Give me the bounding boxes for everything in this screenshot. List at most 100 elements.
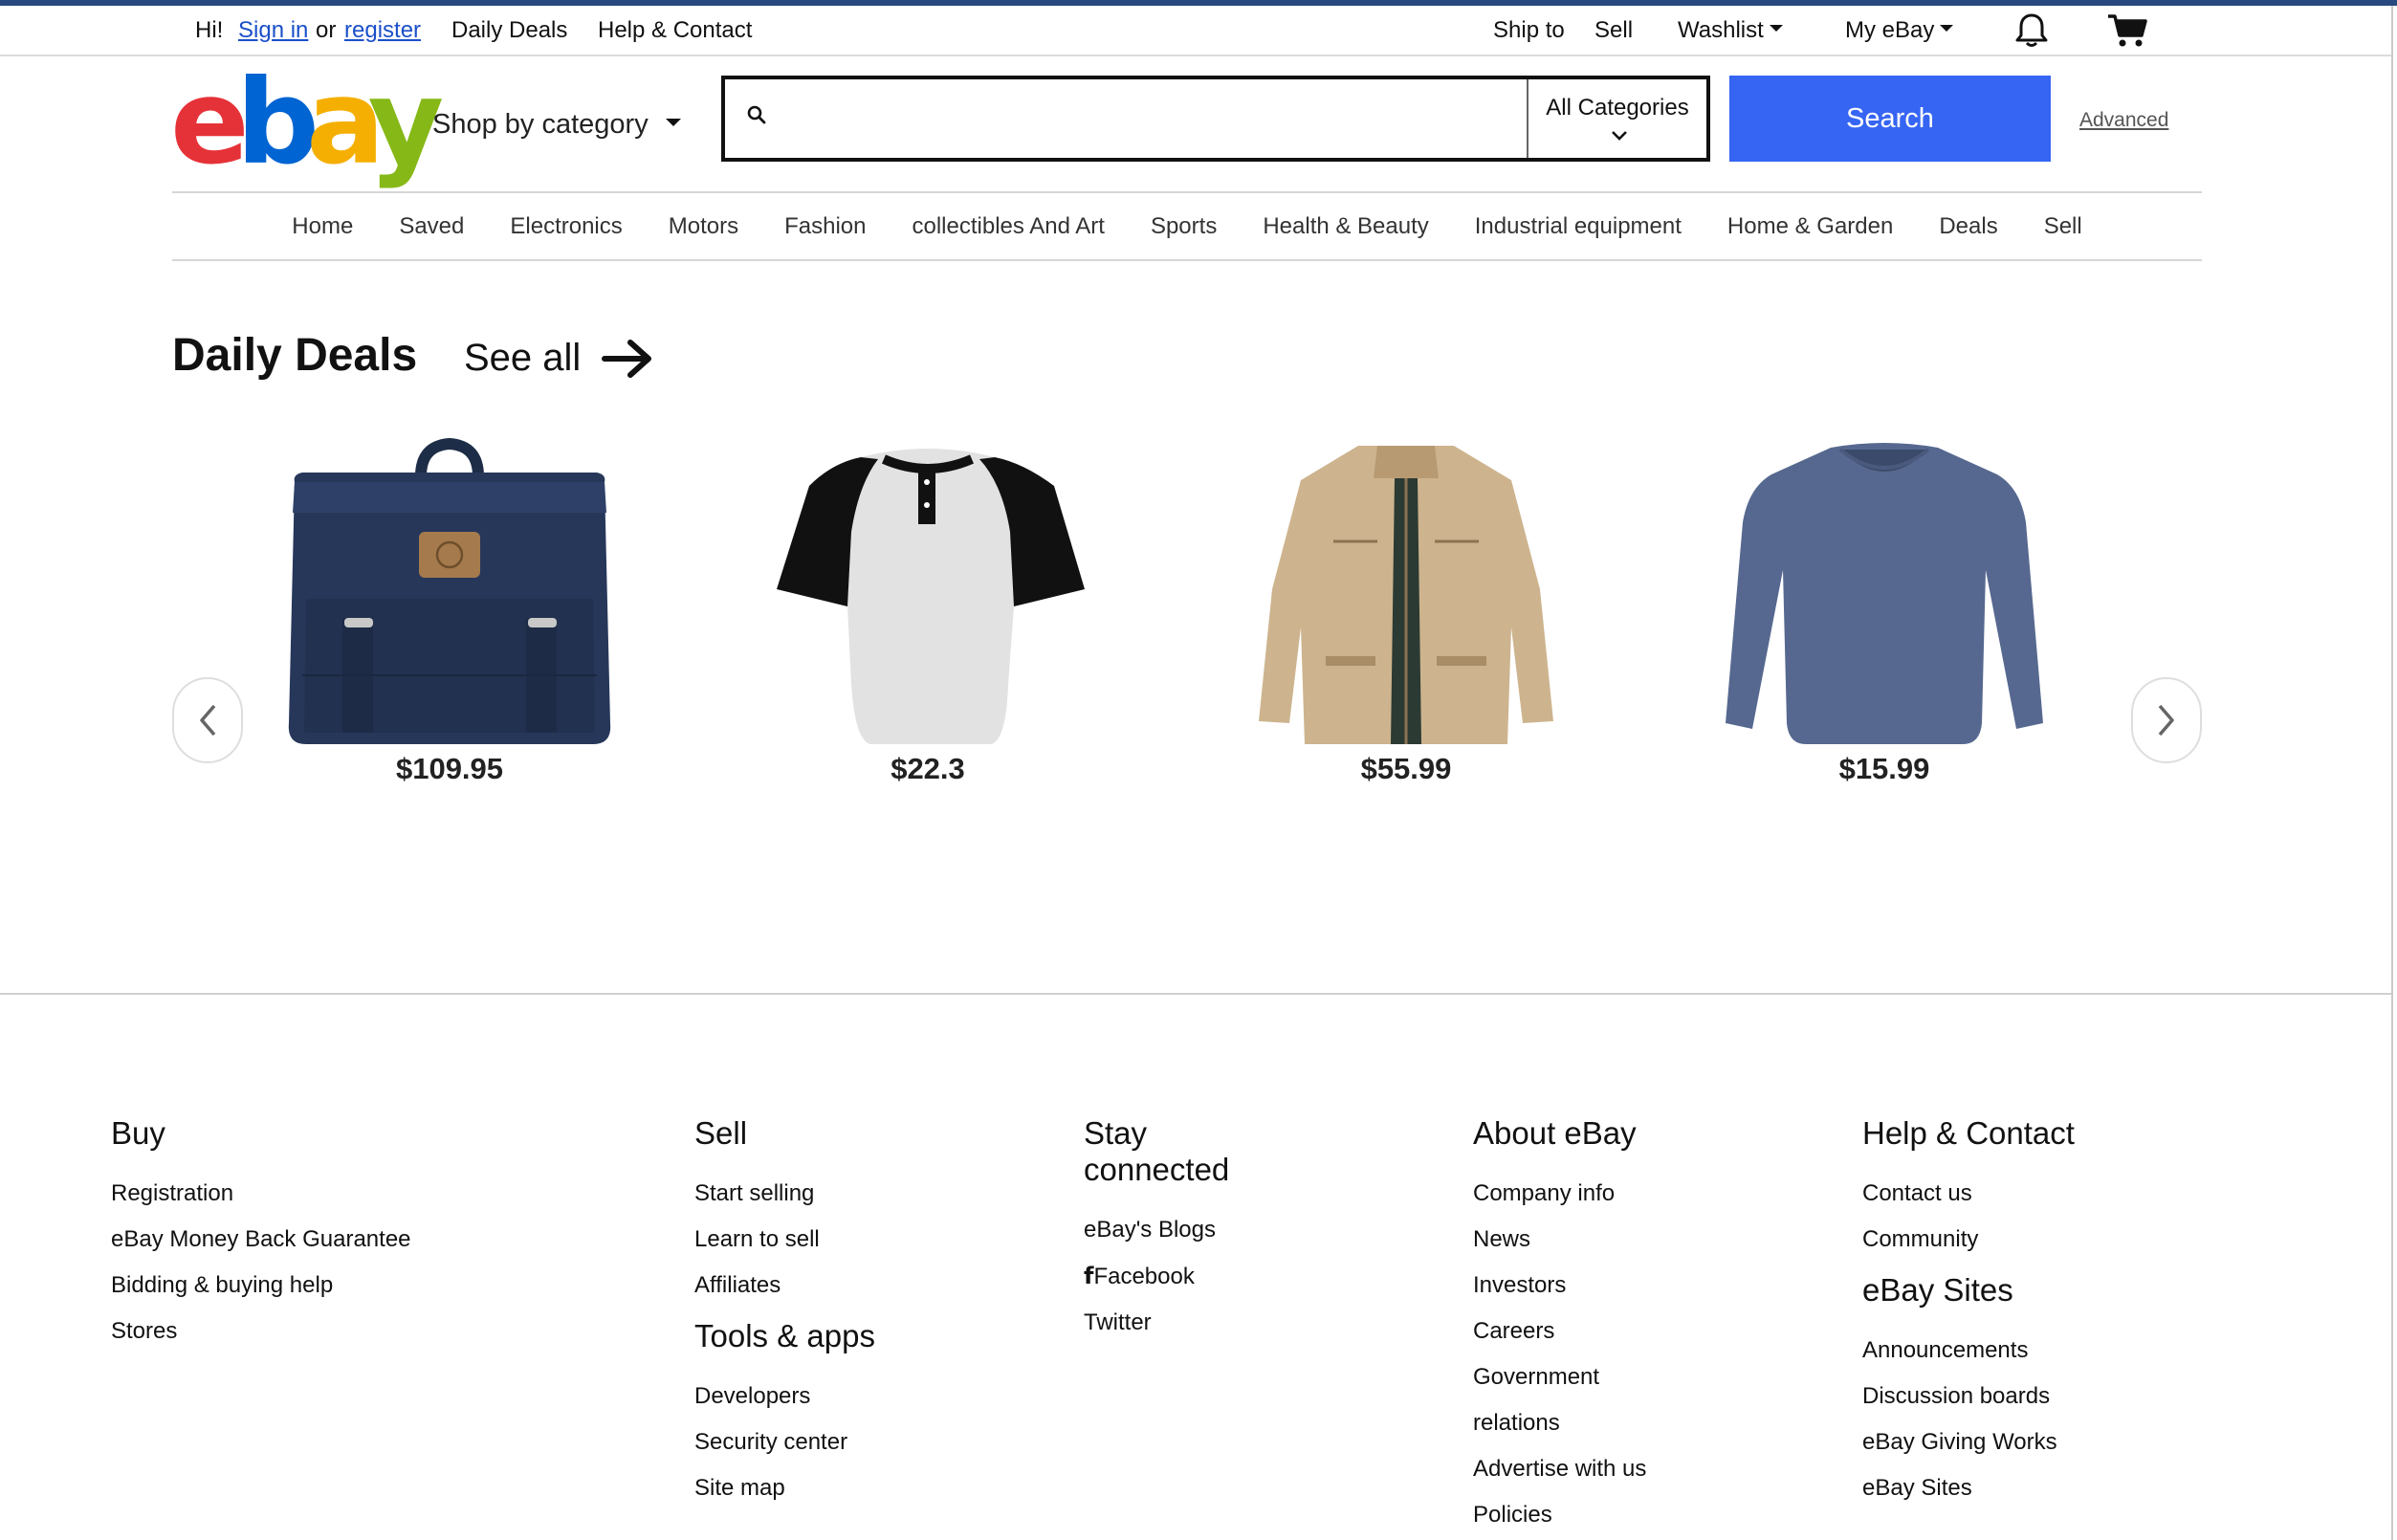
sell-link[interactable]: Sell [1594,17,1633,44]
footer-link[interactable]: eBay's Blogs [1084,1207,1229,1253]
footer-link[interactable]: Government [1473,1354,1646,1400]
chevron-down-icon [1940,25,1954,33]
deal-card[interactable]: $22.3 [756,436,1100,790]
product-image-backpack [288,437,611,744]
nav-item-collectibles[interactable]: collectibles And Art [913,213,1105,240]
footer-link[interactable]: Site map [694,1465,875,1511]
footer-col-stay-connected: Stay connected eBay's Blogs fFacebook Twi… [1084,1115,1229,1346]
footer-heading: About eBay [1473,1115,1637,1151]
footer-link[interactable]: Bidding & buying help [111,1263,411,1309]
category-nav: Home Saved Electronics Motors Fashion co… [172,193,2202,259]
nav-item-electronics[interactable]: Electronics [510,213,622,240]
category-select[interactable]: All Categories [1527,79,1706,158]
chevron-left-icon [200,704,216,737]
footer-link[interactable]: Contact us [1862,1171,2075,1217]
see-all-link[interactable]: See all [464,337,653,380]
product-image-long-sleeve-shirt [1726,443,2043,744]
search-bar: All Categories [721,76,1710,162]
nav-item-saved[interactable]: Saved [399,213,464,240]
window-edge [2391,6,2393,1540]
carousel-next-button[interactable] [2131,677,2202,763]
deal-card[interactable]: $15.99 [1712,436,2056,790]
top-utility-bar: Hi! Sign in or register Daily Deals Help… [0,6,2391,56]
search-input[interactable] [786,93,1571,144]
greeting-text: Hi! [195,17,224,43]
footer-link[interactable]: Affiliates [694,1263,875,1309]
footer-link[interactable]: Twitter [1084,1300,1229,1346]
deal-card[interactable]: $55.99 [1234,436,1578,790]
ebay-logo[interactable]: ebay [170,64,444,181]
ship-to-link[interactable]: Ship to [1493,17,1565,44]
my-ebay-dropdown[interactable]: My eBay [1845,17,1954,44]
nav-item-home-garden[interactable]: Home & Garden [1727,213,1893,240]
see-all-label: See all [464,337,582,379]
nav-item-home[interactable]: Home [292,213,353,240]
watchlist-dropdown[interactable]: Washlist [1678,17,1783,44]
product-image-raglan-shirt [777,449,1085,744]
footer-link[interactable]: Company info [1473,1171,1646,1217]
nav-item-deals[interactable]: Deals [1939,213,1997,240]
deal-price: $15.99 [1838,752,1930,785]
divider [0,993,2391,995]
shop-by-category-dropdown[interactable]: Shop by category [432,109,681,141]
nav-item-motors[interactable]: Motors [669,213,738,240]
footer-link[interactable]: Stores [111,1309,411,1354]
footer-link[interactable]: Advertise with us [1473,1446,1646,1492]
divider [172,259,2202,261]
footer-link[interactable]: eBay Sites [1862,1465,2075,1511]
product-image-khaki-jacket [1259,446,1553,744]
footer-link[interactable]: Security center [694,1419,875,1465]
footer-link[interactable]: Learn to sell [694,1217,875,1263]
footer-link[interactable]: Start selling [694,1171,875,1217]
cart-icon[interactable] [2106,11,2148,50]
footer-col-buy: Buy Registration eBay Money Back Guarant… [111,1115,411,1354]
footer-link[interactable]: Announcements [1862,1328,2075,1374]
chevron-right-icon [2158,704,2174,737]
register-link[interactable]: register [344,17,421,44]
footer-link-facebook[interactable]: fFacebook [1084,1253,1229,1300]
footer-link[interactable]: Community [1862,1217,2075,1263]
nav-item-sports[interactable]: Sports [1151,213,1217,240]
help-contact-link[interactable]: Help & Contact [598,17,752,44]
nav-item-fashion[interactable]: Fashion [784,213,866,240]
carousel-prev-button[interactable] [172,677,243,763]
footer-heading: Sell [694,1115,748,1151]
footer-link[interactable]: relations [1473,1400,1646,1446]
bell-icon[interactable] [2012,11,2051,50]
footer-col-help: Help & Contact Contact us Community eBay… [1862,1115,2075,1511]
advanced-search-link[interactable]: Advanced [2079,109,2168,132]
or-text: or [316,17,337,43]
my-ebay-label: My eBay [1845,17,1935,43]
footer-col-about: About eBay Company info News Investors C… [1473,1115,1646,1538]
deal-price: $109.95 [395,752,504,785]
footer-heading: Help & Contact [1862,1115,2075,1151]
deal-price: $22.3 [891,752,965,785]
category-select-label: All Categories [1546,95,1689,121]
footer-link[interactable]: Registration [111,1171,411,1217]
footer-link[interactable]: News [1473,1217,1646,1263]
footer-heading: Buy [111,1115,165,1151]
daily-deals-link[interactable]: Daily Deals [451,17,567,44]
nav-item-industrial[interactable]: Industrial equipment [1475,213,1682,240]
shop-by-category-label: Shop by category [432,109,649,140]
nav-item-sell[interactable]: Sell [2044,213,2082,240]
footer-link[interactable]: Discussion boards [1862,1374,2075,1419]
search-button[interactable]: Search [1729,76,2051,162]
search-icon [746,104,769,132]
footer-link[interactable]: eBay Money Back Guarantee [111,1217,411,1263]
deal-card[interactable]: $109.95 [277,436,622,790]
chevron-down-icon [1769,25,1783,33]
sign-in-link[interactable]: Sign in [238,17,308,44]
arrow-right-icon [602,339,652,378]
footer-link[interactable]: Developers [694,1374,875,1419]
footer-link[interactable]: Policies [1473,1492,1646,1538]
footer-link[interactable]: Careers [1473,1309,1646,1354]
watchlist-label: Washlist [1678,17,1764,43]
nav-item-health-beauty[interactable]: Health & Beauty [1263,213,1428,240]
footer-heading: Tools & apps [694,1318,875,1353]
footer-link[interactable]: eBay Giving Works [1862,1419,2075,1465]
daily-deals-title: Daily Deals [172,330,418,381]
deal-price: $55.99 [1360,752,1452,785]
footer-link[interactable]: Investors [1473,1263,1646,1309]
footer-heading: Stay connected [1084,1115,1230,1187]
